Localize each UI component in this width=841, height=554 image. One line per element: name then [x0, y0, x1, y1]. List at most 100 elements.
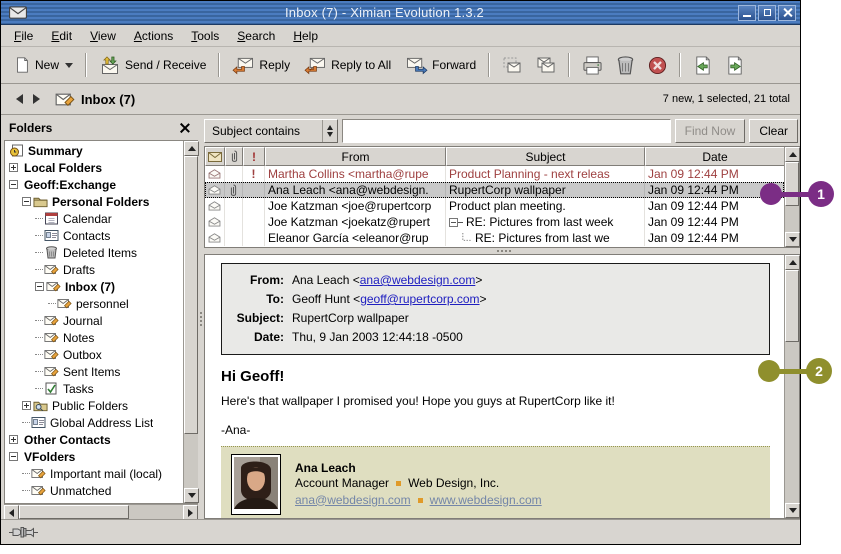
sidebar-item-global-address-list[interactable]: Global Address List [5, 414, 183, 431]
expand-plus-icon[interactable] [22, 401, 31, 410]
attachment-column-header[interactable] [225, 147, 243, 166]
forward-button[interactable]: Forward [399, 52, 482, 79]
sidebar-item-sent-items[interactable]: Sent Items [5, 363, 183, 380]
sidebar-item-local-folders[interactable]: Local Folders [5, 159, 183, 176]
message-row[interactable]: ! Martha Collins <martha@rupe Product Pl… [205, 166, 784, 182]
menu-edit[interactable]: Edit [42, 27, 81, 45]
scroll-down-button[interactable] [785, 232, 800, 247]
reply-button[interactable]: Reply [226, 52, 296, 79]
search-criteria-select[interactable]: Subject contains [204, 119, 338, 143]
subject-column-header[interactable]: Subject [446, 147, 645, 166]
sidebar-item-unmatched[interactable]: Unmatched [5, 482, 183, 499]
scrollbar-thumb[interactable] [19, 505, 129, 519]
scroll-down-button[interactable] [785, 503, 800, 518]
date-column-header[interactable]: Date [645, 147, 784, 166]
scrollbar-track[interactable] [785, 206, 799, 232]
collapse-minus-icon[interactable] [9, 180, 18, 189]
scrollbar-track[interactable] [184, 434, 198, 488]
scroll-right-button[interactable] [183, 505, 198, 520]
copy-message-button[interactable] [530, 52, 562, 78]
collapse-minus-icon[interactable] [35, 282, 44, 291]
from-value: Ana Leach <ana@webdesign.com> [292, 271, 482, 290]
scroll-up-button[interactable] [184, 141, 199, 156]
scrollbar-thumb[interactable] [785, 270, 799, 342]
sidebar-item-calendar[interactable]: Calendar [5, 210, 183, 227]
new-button[interactable]: New [7, 52, 79, 78]
preview-scrollbar[interactable] [784, 255, 799, 518]
menu-search[interactable]: Search [228, 27, 284, 45]
sidebar-item-contacts[interactable]: Contacts [5, 227, 183, 244]
folder-tree-hscrollbar[interactable] [4, 504, 198, 519]
sidebar-item-journal[interactable]: Journal [5, 312, 183, 329]
message-list-header: ! From Subject Date [205, 147, 784, 166]
address-book-icon [31, 416, 46, 429]
spinner-icon[interactable] [322, 120, 337, 142]
scroll-up-button[interactable] [785, 147, 800, 162]
scroll-left-button[interactable] [4, 505, 19, 520]
message-row[interactable]: Joe Katzman <joekatz@rupert RE: Pictures… [205, 214, 784, 230]
splitter-grip-icon [200, 316, 202, 318]
title-bar[interactable]: Inbox (7) - Ximian Evolution 1.3.2 [1, 1, 800, 25]
sidebar-item-tasks[interactable]: Tasks [5, 380, 183, 397]
triangle-up-icon [327, 125, 333, 130]
sidebar-item-summary[interactable]: Summary [5, 142, 183, 159]
online-status-icon[interactable] [9, 526, 41, 539]
expand-plus-icon[interactable] [9, 163, 18, 172]
expand-plus-icon[interactable] [9, 435, 18, 444]
message-row[interactable]: Joe Katzman <joe@rupertcorp Product plan… [205, 198, 784, 214]
folder-back-icon[interactable] [16, 94, 23, 104]
scrollbar-track[interactable] [129, 505, 183, 519]
sidebar-item-vfolders[interactable]: VFolders [5, 448, 183, 465]
from-email-link[interactable]: ana@webdesign.com [360, 273, 476, 287]
next-message-button[interactable] [720, 52, 751, 79]
print-button[interactable] [576, 52, 609, 79]
from-column-header[interactable]: From [265, 147, 446, 166]
sidebar-item-personal-folders[interactable]: Personal Folders [5, 193, 183, 210]
read-message-icon [208, 185, 221, 195]
to-email-link[interactable]: geoff@rupertcorp.com [360, 292, 479, 306]
sidebar-item-geoff-exchange[interactable]: Geoff:Exchange [5, 176, 183, 193]
close-button[interactable] [778, 5, 796, 21]
menu-view[interactable]: View [81, 27, 125, 45]
message-row-selected[interactable]: Ana Leach <ana@webdesign. RupertCorp wal… [205, 182, 784, 198]
find-now-button[interactable]: Find Now [675, 119, 746, 143]
importance-column-header[interactable]: ! [243, 147, 265, 166]
sidebar-item-public-folders[interactable]: Public Folders [5, 397, 183, 414]
menu-file[interactable]: File [5, 27, 42, 45]
status-column-header[interactable] [205, 147, 225, 166]
maximize-button[interactable] [758, 5, 776, 21]
signature-website-link[interactable]: www.webdesign.com [430, 492, 542, 509]
scrollbar-thumb[interactable] [184, 156, 198, 434]
reply-to-all-button[interactable]: Reply to All [298, 52, 397, 79]
move-message-button[interactable] [496, 52, 528, 78]
sidebar-item-personnel[interactable]: personnel [5, 295, 183, 312]
delete-button[interactable] [611, 52, 640, 79]
sidebar-item-important-mail[interactable]: Important mail (local) [5, 465, 183, 482]
minimize-button[interactable] [738, 5, 756, 21]
menu-actions[interactable]: Actions [125, 27, 182, 45]
stop-button[interactable] [642, 52, 673, 79]
collapse-minus-icon[interactable] [9, 452, 18, 461]
previous-message-button[interactable] [687, 52, 718, 79]
sidebar-item-other-contacts[interactable]: Other Contacts [5, 431, 183, 448]
sidebar-item-outbox[interactable]: Outbox [5, 346, 183, 363]
send-receive-button[interactable]: Send / Receive [93, 52, 212, 79]
thread-collapse-icon[interactable] [449, 218, 463, 227]
signature-email-link[interactable]: ana@webdesign.com [295, 492, 411, 509]
scroll-down-button[interactable] [184, 488, 199, 503]
folder-tree-scrollbar[interactable] [183, 141, 198, 503]
clear-button[interactable]: Clear [749, 119, 798, 143]
menu-tools[interactable]: Tools [182, 27, 228, 45]
folder-forward-icon[interactable] [33, 94, 40, 104]
message-row[interactable]: Eleanor García <eleanor@rup RE: Pictures… [205, 230, 784, 246]
collapse-minus-icon[interactable] [22, 197, 31, 206]
menu-help[interactable]: Help [284, 27, 327, 45]
folders-close-icon[interactable] [179, 122, 190, 133]
scroll-up-button[interactable] [785, 255, 800, 270]
sidebar-item-deleted-items[interactable]: Deleted Items [5, 244, 183, 261]
date-cell: Jan 09 12:44 PM [645, 214, 784, 230]
sidebar-item-notes[interactable]: Notes [5, 329, 183, 346]
sidebar-item-inbox[interactable]: Inbox (7) [5, 278, 183, 295]
sidebar-item-drafts[interactable]: Drafts [5, 261, 183, 278]
search-input[interactable] [342, 119, 671, 143]
